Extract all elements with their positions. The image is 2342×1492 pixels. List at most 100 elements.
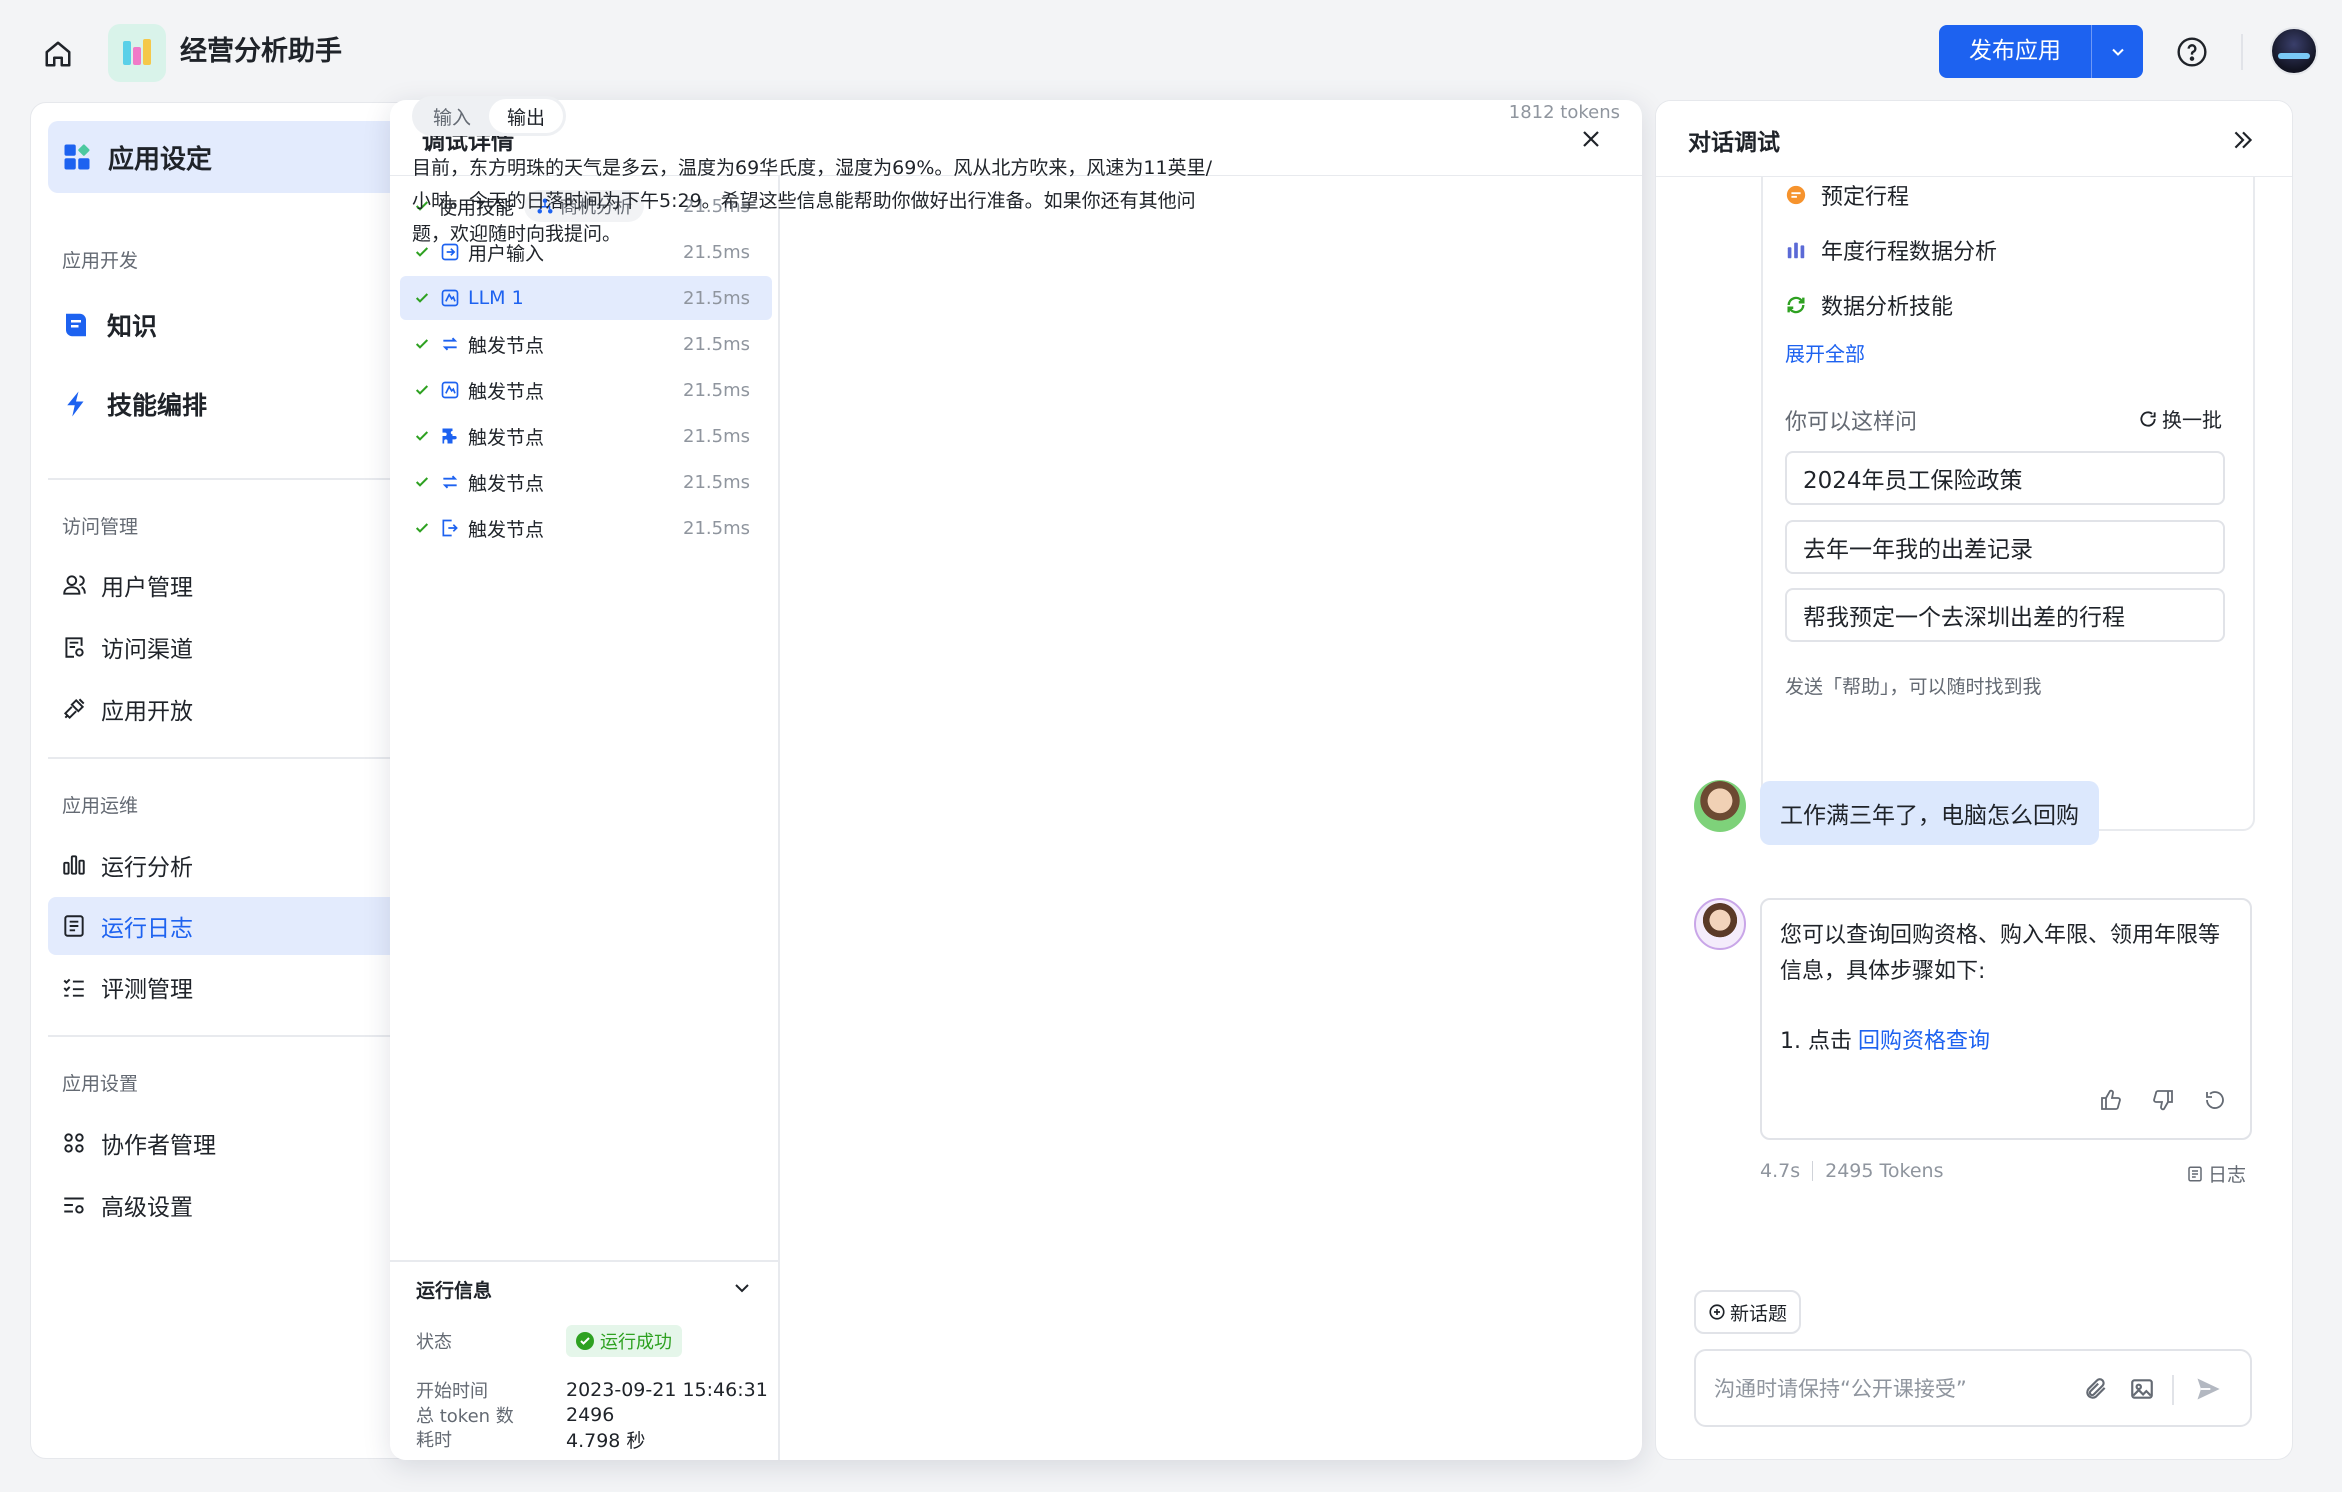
thumbs-down-icon[interactable] (2149, 1086, 2177, 1114)
tokens-count: 1812 tokens (1508, 102, 1620, 123)
skill-item[interactable]: 预定行程 (1785, 177, 1909, 213)
output-text: 目前，东方明珠的天气是多云，温度为69华氏度，湿度为69%。风从北方吹来，风速为… (412, 157, 1212, 245)
suggestion-item[interactable]: 2024年员工保险政策 (1785, 451, 2225, 505)
home-icon[interactable] (38, 34, 78, 74)
sidebar-item-advanced-settings[interactable]: 高级设置 (61, 1183, 193, 1227)
app-grid-icon (64, 144, 90, 170)
node-row-trigger[interactable]: 触发节点 21.5ms (400, 368, 772, 412)
app-logo (108, 24, 166, 82)
sidebar-item-knowledge[interactable]: 知识 (61, 300, 157, 350)
bot-message-text: 您可以查询回购资格、购入年限、领用年限等信息，具体步骤如下: (1780, 923, 2221, 984)
check-icon (412, 334, 432, 354)
sidebar-item-label: 评测管理 (101, 977, 193, 1003)
io-tabs: 输入 输出 (412, 96, 567, 136)
top-bar: 经营分析助手 发布应用 (0, 0, 2342, 100)
section-app-dev: 应用开发 (62, 250, 139, 272)
node-time: 21.5ms (683, 379, 750, 401)
user-message: 工作满三年了，电脑怎么回购 (1760, 781, 2099, 845)
puzzle-node-icon (438, 424, 462, 448)
help-tip: 发送「帮助」，可以随时找到我 (1785, 676, 2042, 698)
collaborators-icon (64, 1133, 84, 1153)
sidebar-item-label: 访问渠道 (101, 637, 193, 663)
top-divider (2241, 34, 2243, 70)
sidebar-item-label: 应用设定 (108, 144, 213, 175)
suggestion-item[interactable]: 帮我预定一个去深圳出差的行程 (1785, 588, 2225, 642)
run-info-value: 2496 (566, 1404, 615, 1426)
refresh-button[interactable]: 换一批 (2138, 404, 2222, 433)
sidebar-item-access-channel[interactable]: 访问渠道 (61, 625, 193, 669)
sidebar-item-label: 协作者管理 (101, 1133, 216, 1159)
close-icon[interactable] (1576, 124, 1606, 154)
node-time: 21.5ms (683, 517, 750, 539)
thumbs-up-icon[interactable] (2097, 1086, 2125, 1114)
sidebar-item-eval-mgmt[interactable]: 评测管理 (61, 965, 193, 1009)
sidebar-item-skill-orchestration[interactable]: 技能编排 (61, 379, 207, 429)
new-topic-button[interactable]: 新话题 (1694, 1290, 1802, 1334)
log-icon (2188, 1166, 2202, 1181)
plug-icon (63, 698, 85, 720)
publish-button[interactable]: 发布应用 (1939, 25, 2091, 78)
skill-item[interactable]: 年度行程数据分析 (1785, 232, 1997, 268)
bot-message: 您可以查询回购资格、购入年限、领用年限等信息，具体步骤如下: 1. 点击 回购资格… (1760, 898, 2252, 1140)
chat-input[interactable] (1714, 1369, 2074, 1409)
run-info-key: 状态 (416, 1332, 452, 1353)
swap-node-icon (438, 470, 462, 494)
sidebar-item-app-settings[interactable]: 应用设定 (48, 121, 418, 193)
node-row-trigger[interactable]: 触发节点 21.5ms (400, 506, 772, 550)
tab-input[interactable]: 输入 (415, 99, 489, 133)
node-label: 触发节点 (468, 426, 545, 449)
double-chevron-right-icon[interactable] (2226, 123, 2260, 157)
sidebar-item-app-open[interactable]: 应用开放 (61, 687, 193, 731)
app-title: 经营分析助手 (180, 36, 342, 67)
bot-avatar (1694, 898, 1746, 950)
bar-chart-icon (1787, 242, 1805, 259)
sidebar-item-run-log[interactable]: 运行日志 (48, 897, 418, 955)
calendar-chat-icon (1786, 185, 1806, 205)
status-badge: 运行成功 (566, 1325, 682, 1357)
section-access: 访问管理 (62, 516, 139, 538)
node-row-trigger[interactable]: 触发节点 21.5ms (400, 414, 772, 458)
image-icon[interactable] (2126, 1373, 2158, 1405)
node-row-llm[interactable]: LLM 1 21.5ms (400, 276, 772, 320)
users-icon (63, 575, 86, 595)
sidebar-item-label: 技能编排 (107, 391, 208, 420)
node-time: 21.5ms (683, 333, 750, 355)
repurchase-link[interactable]: 回购资格查询 (1858, 1029, 1990, 1054)
regenerate-icon[interactable] (2201, 1086, 2229, 1114)
tab-output[interactable]: 输出 (489, 99, 564, 133)
publish-dropdown-button[interactable] (2091, 25, 2143, 78)
sidebar-item-collaborator-mgmt[interactable]: 协作者管理 (61, 1121, 216, 1165)
chevron-down-icon[interactable] (730, 1276, 754, 1304)
send-icon[interactable] (2192, 1373, 2224, 1405)
log-link[interactable]: 日志 (2186, 1160, 2246, 1187)
node-time: 21.5ms (683, 471, 750, 493)
swap-node-icon (438, 332, 462, 356)
node-row-trigger[interactable]: 触发节点 21.5ms (400, 322, 772, 366)
node-label: 触发节点 (468, 334, 545, 357)
node-row-trigger[interactable]: 触发节点 21.5ms (400, 460, 772, 504)
node-time: 21.5ms (683, 425, 750, 447)
node-list: 使用技能 商机分析 21.5ms 用户输入 21.5ms LLM 1 21.5m… (390, 176, 780, 1460)
bot-actions (2097, 1086, 2229, 1114)
ask-title: 你可以这样问 (1785, 410, 1918, 435)
sidebar-item-run-analysis[interactable]: 运行分析 (61, 843, 193, 887)
node-label: LLM 1 (468, 287, 524, 309)
document-settings-icon (65, 637, 84, 658)
attachment-icon[interactable] (2080, 1373, 2112, 1405)
refresh-icon (2140, 410, 2156, 427)
skill-label: 预定行程 (1821, 185, 1910, 210)
suggestion-item[interactable]: 去年一年我的出差记录 (1785, 520, 2225, 574)
run-info-title: 运行信息 (416, 1280, 493, 1302)
run-info-key: 总 token 数 (416, 1406, 514, 1427)
divider (48, 478, 418, 480)
plus-circle-icon (1709, 1304, 1725, 1320)
book-icon (66, 313, 86, 337)
run-info-status: 状态 运行成功 (416, 1324, 682, 1358)
sidebar-item-label: 高级设置 (101, 1195, 193, 1221)
llm-node-icon (438, 378, 462, 402)
help-icon[interactable] (2172, 32, 2212, 72)
user-avatar[interactable] (2270, 27, 2318, 75)
skill-item[interactable]: 数据分析技能 (1785, 287, 1953, 323)
sidebar-item-user-mgmt[interactable]: 用户管理 (61, 563, 193, 607)
expand-all-link[interactable]: 展开全部 (1785, 338, 1865, 367)
